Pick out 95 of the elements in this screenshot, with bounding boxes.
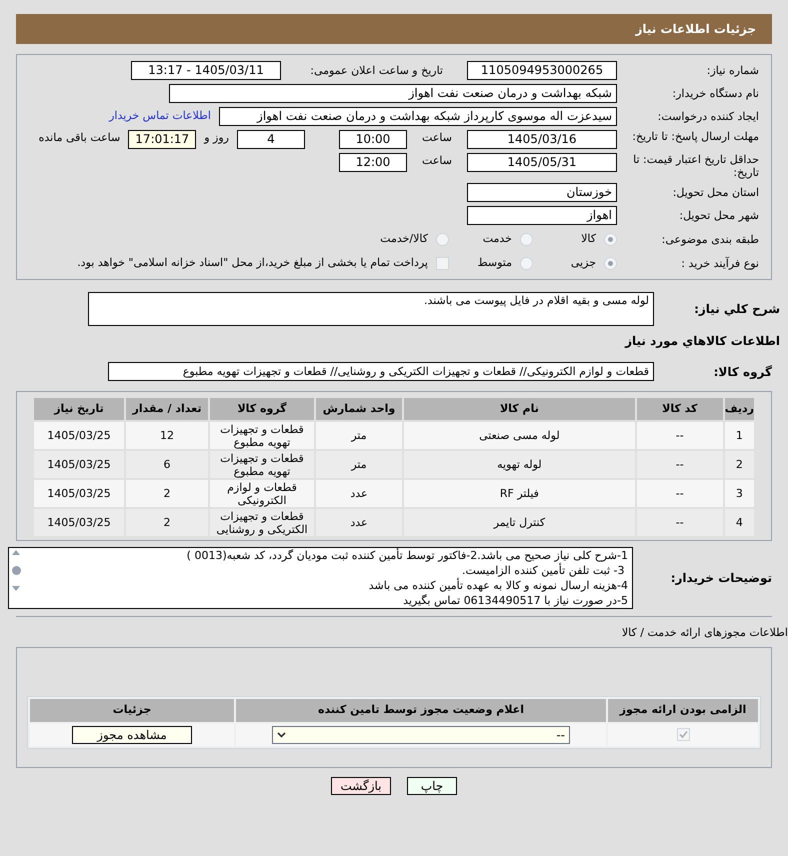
- buyer-notes-label: توضیحات خریدار:: [670, 570, 772, 587]
- radio-label: متوسط: [477, 254, 512, 271]
- time-label: ساعت: [421, 153, 453, 169]
- description-label: شرح کلي نياز:: [693, 301, 780, 318]
- checkbox-label: پرداخت تمام یا بخشی از مبلغ خرید،از محل "اسناد خزانه اسلامی" خواهد بود.: [77, 254, 428, 271]
- column-header: الزامی بودن ارائه مجوز: [608, 698, 758, 722]
- table-cell: قطعات و تجهیزات تهویه مطبوع: [210, 422, 314, 449]
- field-label: حداقل تاریخ اعتبار قیمت: تا تاریخ:: [632, 153, 759, 179]
- radio-label: خدمت: [482, 230, 512, 247]
- field-label: طبقه بندی موضوعی:: [660, 232, 759, 246]
- days-field: 4: [237, 130, 305, 149]
- group-label: گروه کالا:: [712, 364, 773, 380]
- validity-date-field: 1405/05/31: [467, 153, 617, 172]
- buyer-org-field: شبکه بهداشت و درمان صنعت نفت اهواز: [169, 84, 617, 103]
- need-number-field: 1105094953000265: [467, 61, 617, 80]
- table-cell: فیلتر RF: [404, 480, 635, 507]
- radio-button[interactable]: [520, 256, 533, 270]
- table-cell: 2: [126, 509, 208, 536]
- requester-field: سیدعزت اله موسوی کارپرداز شبکه بهداشت و درمان صنعت نفت اهواز: [219, 107, 617, 126]
- deadline-time-field: 10:00: [339, 130, 407, 149]
- column-header: کد کالا: [636, 398, 723, 420]
- checkbox[interactable]: [436, 256, 449, 270]
- table-cell: 6: [126, 451, 208, 478]
- field-label: استان محل تحویل:: [672, 186, 759, 199]
- validity-time-field: 12:00: [339, 153, 407, 172]
- field-label: نام دستگاه خریدار:: [671, 87, 759, 100]
- goods-group-field: قطعات و لوازم الکترونیکی// قطعات و تجهیزات الکتریکی و روشنایی// قطعات و تجهیزات تهویه مطبوع: [108, 362, 654, 381]
- description-field[interactable]: لوله مسی و بقیه اقلام در فایل پیوست می باشند.: [88, 292, 654, 326]
- column-header: ردیف: [724, 398, 754, 420]
- table-cell: --: [636, 422, 723, 449]
- field-label: نوع فرآیند خرید :: [680, 256, 759, 270]
- announce-date-field: 1405/03/11 - 13:17: [131, 61, 281, 80]
- table-cell: قطعات و تجهیزات تهویه مطبوع: [210, 451, 314, 478]
- buyer-contact-link[interactable]: اطلاعات تماس خریدار: [109, 108, 211, 125]
- radio-label: جزیی: [570, 254, 596, 271]
- table-cell: 3: [724, 480, 754, 507]
- table-cell: کنترل تایمر: [404, 509, 635, 536]
- radio-button[interactable]: [520, 232, 533, 246]
- days-label: روز و: [204, 130, 229, 146]
- radio-button[interactable]: [604, 232, 617, 246]
- table-cell: لوله مسی صنعتی: [404, 422, 635, 449]
- buyer-notes-field[interactable]: [8, 547, 633, 609]
- table-cell: --: [636, 451, 723, 478]
- remaining-label: ساعت باقی مانده: [38, 130, 120, 146]
- table-cell: 1: [724, 422, 754, 449]
- column-header: اعلام وضعیت مجوز توسط تامین کننده: [236, 698, 606, 722]
- field-label: تاریخ و ساعت اعلان عمومی:: [309, 64, 444, 77]
- table-cell: لوله تهویه: [404, 451, 635, 478]
- column-header: واحد شمارش: [316, 398, 402, 420]
- radio-button[interactable]: [604, 256, 617, 270]
- radio-label: کالا/خدمت: [380, 230, 428, 247]
- table-cell: متر: [316, 451, 402, 478]
- table-cell: قطعات و لوازم الکترونیکی: [210, 480, 314, 507]
- table-cell: 1405/03/25: [34, 451, 124, 478]
- field-label: ایجاد کننده درخواست:: [656, 110, 759, 123]
- column-header: تعداد / مقدار: [126, 398, 208, 420]
- goods-title: اطلاعات کالاهاي مورد نياز: [624, 333, 781, 350]
- note-line: 4-هزینه ارسال نمونه و کالا به عهده تأمین کننده می باشد: [368, 578, 628, 593]
- remaining-time-field: 17:01:17: [128, 130, 196, 149]
- table-cell: --: [636, 480, 723, 507]
- print-button[interactable]: چاپ: [407, 776, 457, 794]
- status-dropdown[interactable]: --: [272, 726, 570, 744]
- province-field: خوزستان: [467, 183, 617, 202]
- table-cell: 2: [126, 480, 208, 507]
- view-permit-button[interactable]: مشاهده مجوز: [72, 726, 192, 744]
- table-cell: متر: [316, 422, 402, 449]
- note-line: 1-شرح کلی نیاز صحیح می باشد.2-فاکتور توسط تأمین کننده ثبت مودیان گردد، کد شعبه(0013 ): [186, 548, 628, 562]
- table-cell: --: [636, 509, 723, 536]
- table-cell: 1405/03/25: [34, 509, 124, 536]
- table-cell: عدد: [316, 480, 402, 507]
- table-cell: قطعات و تجهیزات الکتریکی و روشنایی: [210, 509, 314, 536]
- field-label: مهلت ارسال پاسخ: تا تاریخ:: [631, 130, 759, 143]
- column-header: جزئیات: [30, 698, 234, 722]
- table-cell: عدد: [316, 509, 402, 536]
- table-cell: 1405/03/25: [34, 480, 124, 507]
- table-cell: 1405/03/25: [34, 422, 124, 449]
- radio-label: کالا: [581, 230, 596, 247]
- column-header: گروه کالا: [210, 398, 314, 420]
- field-label: شماره نیاز:: [706, 64, 759, 77]
- page-header: جزئیات اطلاعات نیاز: [16, 14, 772, 44]
- note-line: 3- ثبت تلفن تأمین کننده الزامیست.: [460, 563, 626, 578]
- column-header: تاریخ نیاز: [34, 398, 124, 420]
- back-button[interactable]: بازگشت: [331, 776, 391, 794]
- city-field: اهواز: [467, 206, 617, 225]
- permits-title: اطلاعات مجوزهای ارائه خدمت / کالا: [620, 625, 788, 641]
- note-line: 5-در صورت نیاز با 06134490517 تماس بگیرید: [402, 593, 628, 608]
- chevron-down-icon: [277, 732, 286, 738]
- radio-button[interactable]: [436, 232, 449, 246]
- deadline-date-field: 1405/03/16: [467, 130, 617, 149]
- table-cell: 4: [724, 509, 754, 536]
- field-label: شهر محل تحویل:: [678, 209, 759, 222]
- column-header: نام کالا: [404, 398, 635, 420]
- table-cell: 2: [724, 451, 754, 478]
- table-cell: 12: [126, 422, 208, 449]
- time-label: ساعت: [421, 130, 453, 146]
